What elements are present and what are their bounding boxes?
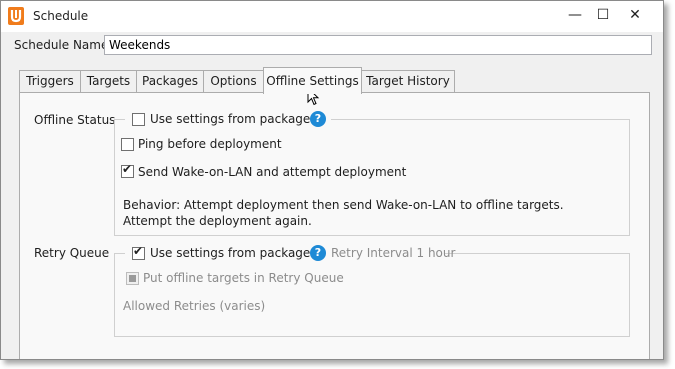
tab-targets[interactable]: Targets: [80, 70, 137, 92]
help-icon[interactable]: ?: [310, 111, 326, 127]
use-package-settings-checkbox[interactable]: [132, 113, 145, 126]
tab-triggers[interactable]: Triggers: [19, 70, 81, 92]
tab-packages[interactable]: Packages: [136, 70, 204, 92]
send-wol-label: Send Wake-on-LAN and attempt deployment: [138, 165, 407, 179]
allowed-retries-text: Allowed Retries (varies): [123, 299, 266, 313]
maximize-button[interactable]: ☐: [588, 4, 618, 26]
use-package-settings-label: Use settings from package(s): [150, 112, 326, 126]
behavior-description: Behavior: Attempt deployment then send W…: [123, 198, 564, 228]
window-title: Schedule: [33, 9, 89, 23]
title-bar[interactable]: Schedule — ☐ ✕: [1, 1, 663, 32]
minimize-button[interactable]: —: [560, 4, 590, 26]
retry-interval-text: Retry Interval 1 hour: [331, 246, 456, 260]
tab-target-history[interactable]: Target History: [361, 70, 455, 92]
schedule-name-input[interactable]: Weekends: [104, 35, 652, 55]
put-offline-in-queue-checkbox: [126, 272, 139, 285]
offline-status-label: Offline Status: [34, 113, 116, 127]
help-icon[interactable]: ?: [310, 245, 326, 261]
schedule-window: Schedule — ☐ ✕ Schedule Name Weekends Tr…: [0, 0, 664, 360]
retry-use-package-settings-label: Use settings from package(s): [150, 246, 326, 260]
retry-queue-label: Retry Queue: [34, 246, 110, 260]
app-logo-icon: [8, 7, 24, 25]
schedule-name-label: Schedule Name: [14, 38, 109, 52]
tab-options[interactable]: Options: [203, 70, 264, 92]
send-wol-checkbox[interactable]: [121, 162, 134, 178]
ping-before-deployment-label: Ping before deployment: [138, 137, 282, 151]
put-offline-in-queue-label: Put offline targets in Retry Queue: [143, 271, 344, 285]
retry-use-package-settings-checkbox[interactable]: [132, 244, 145, 260]
ping-before-deployment-checkbox[interactable]: [121, 138, 134, 151]
close-button[interactable]: ✕: [620, 4, 650, 26]
retry-queue-group: [114, 253, 630, 337]
tab-offline-settings[interactable]: Offline Settings: [263, 67, 362, 94]
